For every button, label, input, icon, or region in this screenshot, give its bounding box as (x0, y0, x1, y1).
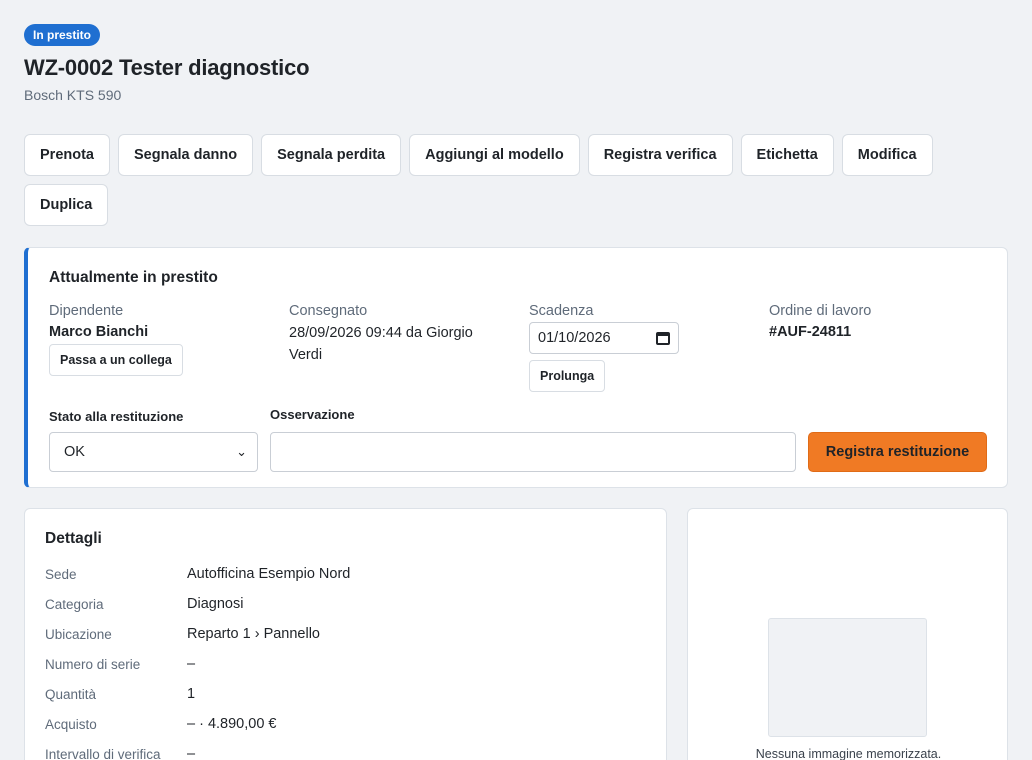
detail-value: Diagnosi (187, 596, 244, 612)
detail-key: Numero di serie (45, 656, 141, 672)
detail-key: Quantità (45, 686, 97, 702)
order-block: Ordine di lavoro #AUF-24811 (769, 302, 989, 392)
details-card: Dettagli Sede Autofficina Esempio Nord C… (24, 508, 667, 760)
detail-row: Numero di serie – (45, 649, 646, 679)
pass-to-colleague-button[interactable]: Passa a un collega (49, 344, 183, 376)
loan-info-grid: Dipendente Marco Bianchi Passa a un coll… (49, 302, 987, 392)
detail-value: Reparto 1 › Pannello (187, 626, 320, 642)
chevron-down-icon: ⌄ (236, 444, 247, 459)
handed-value: 28/09/2026 09:44 da Giorgio Verdi (289, 325, 473, 363)
note-input[interactable] (270, 432, 796, 472)
detail-row: Intervallo di verifica – (45, 739, 646, 760)
add-to-template-button[interactable]: Aggiungi al modello (409, 134, 580, 176)
detail-key: Ubicazione (45, 626, 112, 642)
detail-key: Intervallo di verifica (45, 746, 161, 760)
return-state-label: Stato alla restituzione (49, 409, 184, 424)
handed-label: Consegnato (289, 303, 368, 319)
return-state-select[interactable]: OK ⌄ (49, 432, 258, 472)
employee-value: Marco Bianchi (49, 324, 149, 340)
report-damage-button[interactable]: Segnala danno (118, 134, 254, 176)
detail-value: – (187, 746, 196, 760)
order-value: #AUF-24811 (769, 324, 852, 340)
return-form: Stato alla restituzione OK ⌄ Osservazion… (49, 406, 987, 472)
note-field: Osservazione (270, 406, 796, 472)
detail-value: – (187, 656, 196, 672)
detail-row: Ubicazione Reparto 1 › Pannello (45, 619, 646, 649)
detail-value: Autofficina Esempio Nord (187, 566, 351, 582)
handed-block: Consegnato 28/09/2026 09:44 da Giorgio V… (289, 302, 529, 392)
employee-block: Dipendente Marco Bianchi Passa a un coll… (49, 302, 289, 392)
note-label: Osservazione (270, 407, 355, 422)
register-return-button[interactable]: Registra restituzione (808, 432, 987, 472)
due-date-value: 01/10/2026 (538, 330, 611, 346)
due-date-input[interactable]: 01/10/2026 (529, 322, 679, 354)
report-loss-button[interactable]: Segnala perdita (261, 134, 402, 176)
label-button[interactable]: Etichetta (740, 134, 834, 176)
duplicate-button[interactable]: Duplica (24, 184, 109, 226)
loan-card-title: Attualmente in prestito (49, 269, 218, 286)
image-caption: Nessuna immagine memorizzata. (755, 747, 942, 760)
detail-key: Acquisto (45, 716, 97, 732)
detail-row: Acquisto – · 4.890,00 € (45, 709, 646, 739)
current-loan-card: Attualmente in prestito Dipendente Marco… (24, 247, 1008, 488)
extend-button[interactable]: Prolunga (529, 360, 606, 392)
image-placeholder (768, 618, 927, 737)
book-button[interactable]: Prenota (24, 134, 110, 176)
detail-key: Sede (45, 566, 77, 582)
return-state-value: OK (64, 444, 85, 460)
status-badge: In prestito (24, 24, 101, 46)
detail-row: Categoria Diagnosi (45, 589, 646, 619)
due-block: Scadenza 01/10/2026 Prolunga (529, 302, 769, 392)
detail-value: – · 4.890,00 € (187, 716, 277, 732)
detail-row: Quantità 1 (45, 679, 646, 709)
register-check-button[interactable]: Registra verifica (587, 134, 733, 176)
page-title: WZ-0002 Tester diagnostico (24, 55, 310, 80)
due-label: Scadenza (529, 303, 594, 319)
calendar-icon[interactable] (656, 331, 670, 345)
details-title: Dettagli (45, 530, 102, 547)
detail-key: Categoria (45, 596, 104, 612)
image-card: Nessuna immagine memorizzata. (687, 508, 1008, 760)
order-label: Ordine di lavoro (769, 303, 872, 319)
edit-button[interactable]: Modifica (841, 134, 933, 176)
detail-row: Sede Autofficina Esempio Nord (45, 559, 646, 589)
detail-value: 1 (187, 686, 196, 702)
page-subtitle: Bosch KTS 590 (24, 87, 122, 103)
employee-label: Dipendente (49, 303, 124, 319)
action-bar: Prenota Segnala danno Segnala perdita Ag… (24, 134, 964, 226)
return-state-field: Stato alla restituzione OK ⌄ (49, 408, 258, 472)
page: In prestito WZ-0002 Tester diagnostico B… (24, 24, 1008, 760)
